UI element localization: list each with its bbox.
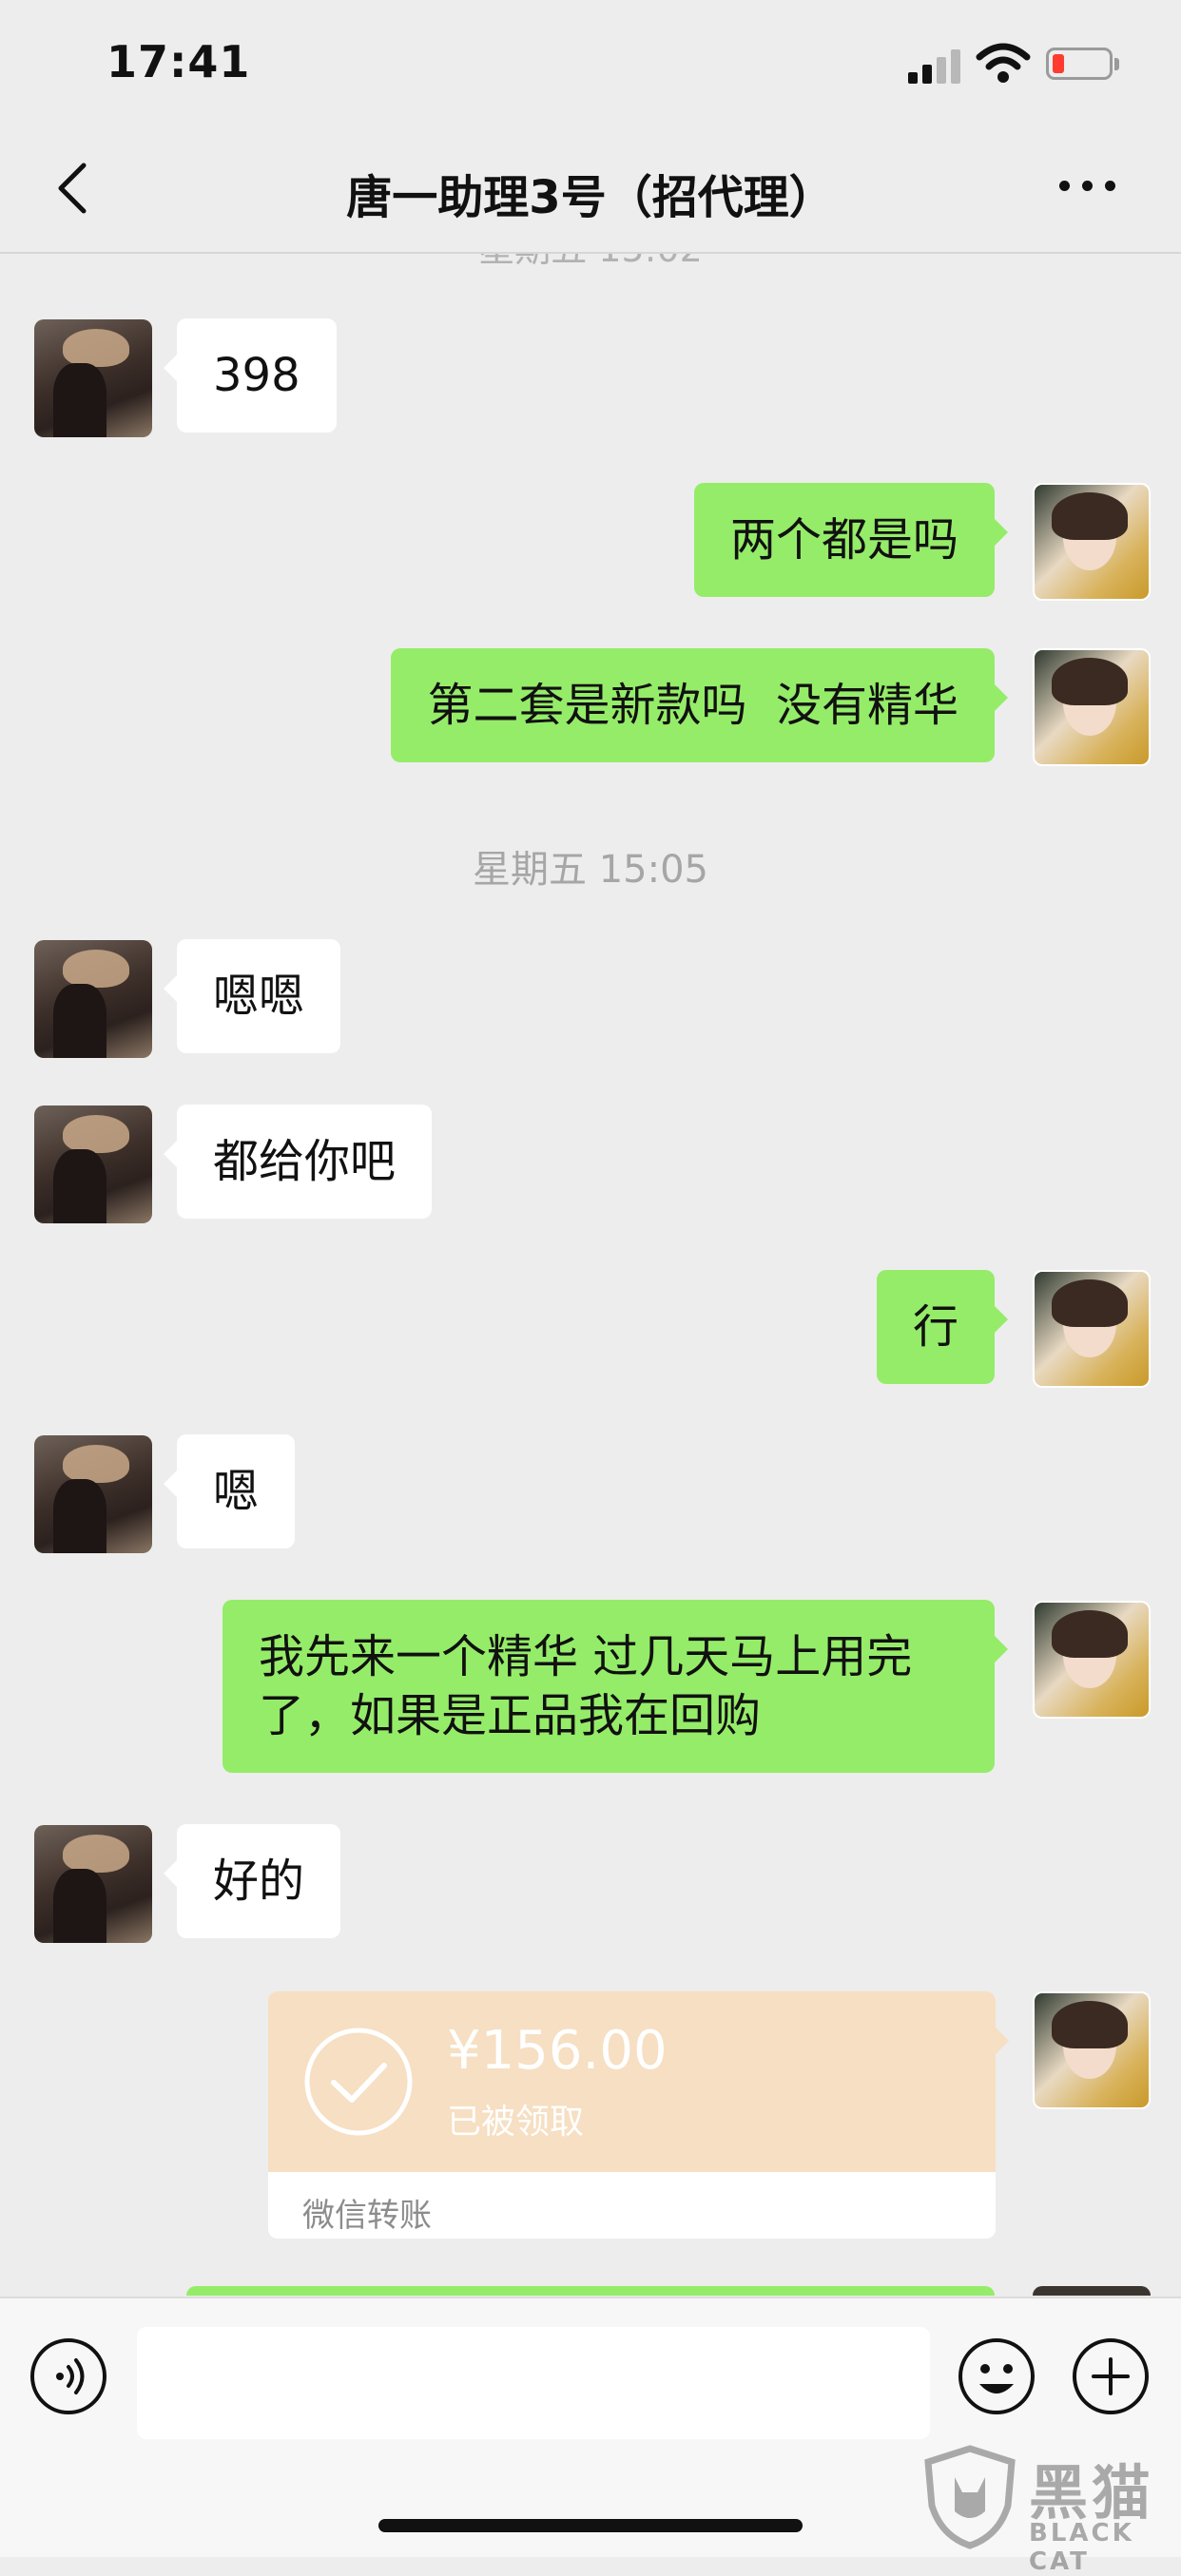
user-avatar[interactable] (1033, 2286, 1151, 2296)
incoming-message-bubble[interactable]: 嗯嗯 (163, 939, 341, 1053)
outgoing-message-bubble[interactable] (186, 2286, 995, 2296)
wifi-icon (976, 43, 1031, 83)
incoming-message-bubble[interactable]: 398 (164, 318, 337, 433)
status-bar: 17:41 (0, 0, 1181, 124)
battery-icon (1046, 48, 1119, 80)
transfer-label: 微信转账 (302, 2197, 432, 2235)
wechat-transfer-card[interactable]: ¥156.00 已被领取 微信转账 (268, 1991, 996, 2239)
more-options-icon[interactable] (1057, 171, 1118, 200)
checkmark-circle-icon (304, 2028, 413, 2136)
emoji-icon[interactable] (957, 2336, 1036, 2416)
cellular-signal-icon (908, 49, 961, 84)
chat-header: 唐一助理3号（招代理） (0, 124, 1181, 254)
black-cat-watermark: 黑猫 BLACK CAT (922, 2445, 1171, 2576)
home-indicator[interactable] (378, 2519, 803, 2532)
timestamp: 星期五 15:02 (0, 254, 1181, 272)
transfer-amount: ¥156.00 (447, 2020, 668, 2082)
add-more-icon[interactable] (1071, 2336, 1151, 2416)
incoming-message-bubble[interactable]: 都给你吧 (163, 1105, 433, 1219)
watermark-en-text: BLACK CAT (1029, 2519, 1134, 2576)
contact-avatar[interactable] (34, 1435, 152, 1553)
cat-shield-logo-icon (924, 2445, 1016, 2549)
transfer-status: 已被领取 (447, 2103, 585, 2142)
contact-avatar[interactable] (34, 940, 152, 1058)
user-avatar[interactable] (1033, 1991, 1151, 2109)
watermark-cn-text: 黑猫 (1029, 2458, 1155, 2528)
user-avatar[interactable] (1033, 483, 1151, 601)
incoming-message-bubble[interactable]: 好的 (163, 1824, 341, 1938)
chat-message-list[interactable]: 星期五 15:02 398 两个都是吗 第二套是新款吗 没有精华 星期五 15:… (0, 254, 1181, 2296)
user-avatar[interactable] (1033, 1270, 1151, 1388)
user-avatar[interactable] (1033, 1601, 1151, 1719)
contact-avatar[interactable] (34, 1825, 152, 1943)
status-time: 17:41 (106, 36, 251, 87)
contact-avatar[interactable] (34, 319, 152, 437)
user-avatar[interactable] (1033, 648, 1151, 766)
voice-input-icon[interactable] (29, 2336, 108, 2416)
incoming-message-bubble[interactable]: 嗯 (163, 1434, 296, 1548)
outgoing-message-bubble[interactable]: 两个都是吗 (693, 483, 1009, 597)
outgoing-message-bubble[interactable]: 第二套是新款吗 没有精华 (391, 648, 1008, 762)
timestamp: 星期五 15:05 (473, 848, 708, 892)
outgoing-message-bubble[interactable]: 我先来一个精华 过几天马上用完 了，如果是正品我在回购 (223, 1600, 1008, 1773)
chat-title: 唐一助理3号（招代理） (346, 171, 835, 224)
transfer-card-tail (996, 2028, 1009, 2054)
message-input[interactable] (137, 2327, 930, 2439)
contact-avatar[interactable] (34, 1105, 152, 1223)
outgoing-message-bubble[interactable]: 行 (876, 1270, 1009, 1384)
